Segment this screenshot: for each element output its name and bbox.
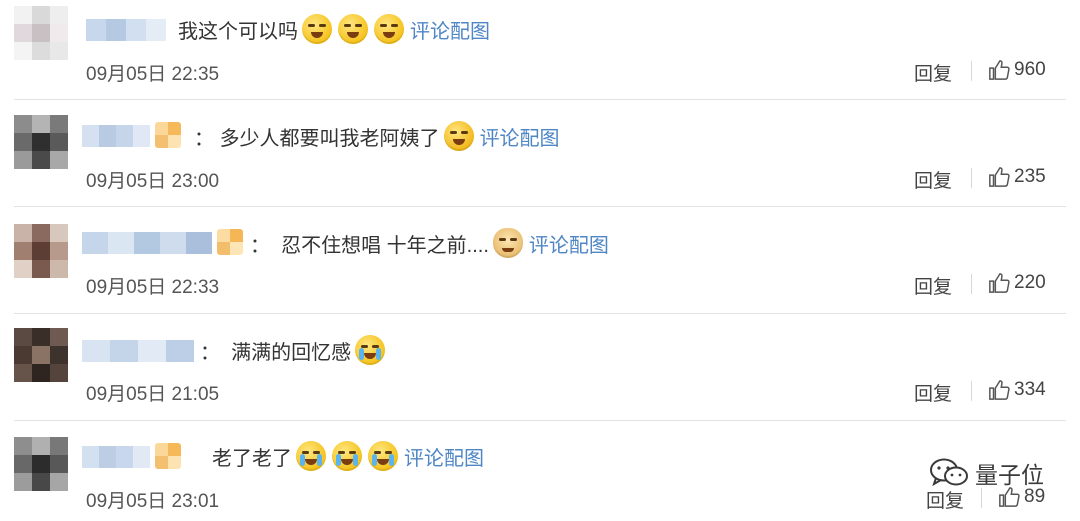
avatar[interactable] — [14, 224, 68, 278]
vip-badge-icon — [155, 122, 181, 148]
laughing-emoji-icon — [374, 14, 404, 44]
comment-text: 我这个可以吗 — [178, 20, 298, 43]
crying-emoji-icon — [355, 335, 386, 365]
action-divider — [981, 488, 982, 508]
timestamp: 09月05日 22:35 — [86, 64, 220, 85]
comment-text-body: 满满的回忆感 — [231, 341, 352, 364]
like-count: 334 — [1014, 379, 1046, 400]
divider — [14, 206, 1066, 207]
like-button[interactable]: 220 — [988, 272, 1046, 294]
like-count: 235 — [1014, 166, 1046, 187]
doge-emoji-icon — [492, 228, 523, 258]
avatar[interactable] — [14, 328, 68, 382]
comment-content: ： 满满的回忆感 — [200, 335, 391, 365]
reply-button[interactable]: 回复 — [926, 486, 964, 513]
comment-image-link[interactable]: 评论配图 — [410, 15, 490, 44]
comment-text: ： 多少人都要叫我老阿姨了 — [194, 127, 440, 150]
username-blurred[interactable] — [82, 340, 194, 362]
action-divider — [971, 274, 972, 294]
timestamp: 09月05日 23:01 — [86, 491, 220, 512]
crying-emoji-icon — [368, 441, 398, 471]
comment-content: ： 多少人都要叫我老阿姨了 评论配图 — [194, 121, 560, 151]
crying-emoji-icon — [296, 441, 326, 471]
reply-button[interactable]: 回复 — [914, 379, 952, 406]
reply-button[interactable]: 回复 — [914, 59, 952, 86]
vip-badge-icon — [217, 229, 243, 255]
comment-text: ： 满满的回忆感 — [200, 341, 352, 364]
divider — [14, 420, 1066, 421]
avatar[interactable] — [14, 6, 68, 60]
action-divider — [971, 168, 972, 188]
username-blurred[interactable] — [82, 232, 212, 254]
timestamp: 09月05日 23:00 — [86, 171, 220, 192]
reply-button[interactable]: 回复 — [914, 166, 952, 193]
divider — [14, 313, 1066, 314]
like-button[interactable]: 960 — [988, 59, 1046, 81]
comment-content: 老了老了 评论配图 — [212, 441, 484, 471]
like-count: 220 — [1014, 272, 1046, 293]
username-blurred[interactable] — [86, 19, 166, 41]
watermark: 量子位 — [929, 456, 1044, 490]
username-blurred[interactable] — [82, 125, 150, 147]
watermark-label: 量子位 — [975, 462, 1044, 488]
comment-image-link[interactable]: 评论配图 — [404, 442, 484, 471]
comment-text: 老了老了 — [212, 447, 292, 470]
wechat-icon — [930, 458, 968, 487]
avatar[interactable] — [14, 437, 68, 491]
thumbs-up-icon — [989, 167, 1010, 187]
username-blurred[interactable] — [82, 446, 150, 468]
comment-text-body: 忍不住想唱 十年之前.... — [281, 234, 489, 257]
comment-content: ： 忍不住想唱 十年之前.... 评论配图 — [250, 228, 609, 258]
thumbs-up-icon — [989, 60, 1010, 80]
action-divider — [971, 61, 972, 81]
comment-text-body: 多少人都要叫我老阿姨了 — [219, 127, 440, 150]
vip-badge-icon — [155, 443, 181, 469]
thumbs-up-icon — [989, 380, 1010, 400]
comment-image-link[interactable]: 评论配图 — [480, 122, 560, 151]
laughing-emoji-icon — [443, 121, 474, 151]
comment-text: ： 忍不住想唱 十年之前.... — [250, 234, 489, 257]
action-divider — [971, 381, 972, 401]
like-button[interactable]: 235 — [988, 166, 1046, 188]
timestamp: 09月05日 22:33 — [86, 277, 220, 298]
crying-emoji-icon — [332, 441, 362, 471]
comment-content: 我这个可以吗 评论配图 — [178, 14, 490, 44]
like-count: 960 — [1014, 59, 1046, 80]
timestamp: 09月05日 21:05 — [86, 384, 220, 405]
thumbs-up-icon — [989, 273, 1010, 293]
avatar[interactable] — [14, 115, 68, 169]
laughing-emoji-icon — [302, 14, 332, 44]
reply-button[interactable]: 回复 — [914, 272, 952, 299]
laughing-emoji-icon — [338, 14, 368, 44]
comment-image-link[interactable]: 评论配图 — [529, 229, 609, 258]
divider — [14, 99, 1066, 100]
like-button[interactable]: 334 — [988, 379, 1046, 401]
